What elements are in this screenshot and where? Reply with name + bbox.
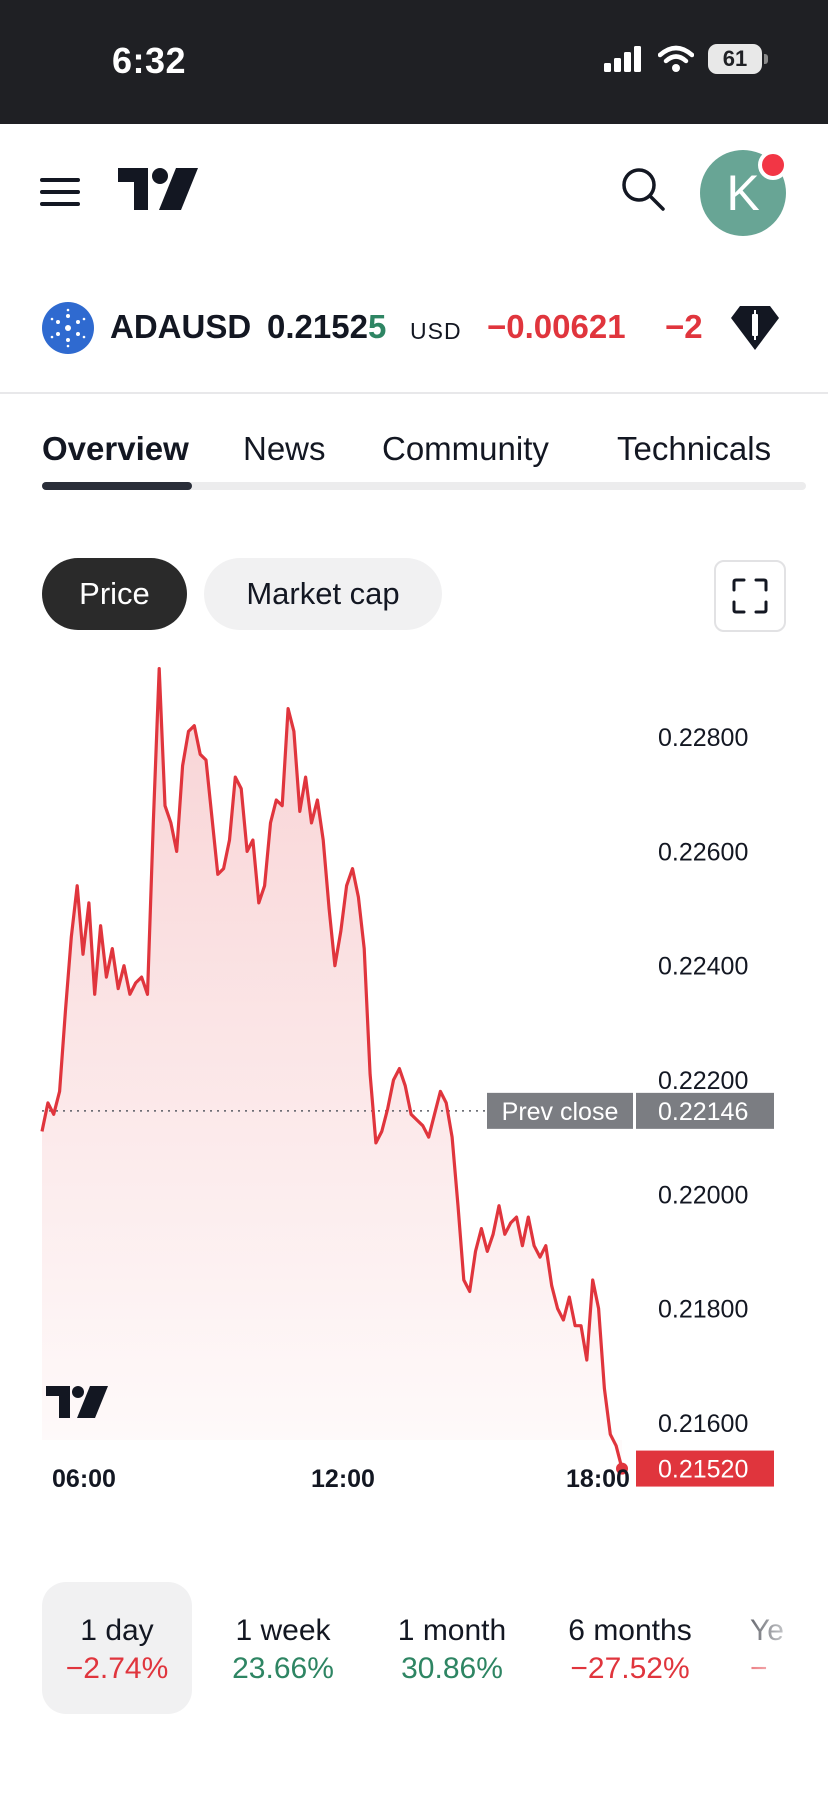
- wifi-icon: [658, 45, 694, 72]
- period-selector: 1 day −2.74% 1 week 23.66% 1 month 30.86…: [0, 1582, 828, 1714]
- period-change: 30.86%: [401, 1652, 503, 1685]
- fullscreen-icon: [732, 578, 768, 614]
- status-time: 6:32: [112, 40, 187, 81]
- y-tick-label: 0.22000: [658, 1181, 748, 1209]
- symbol-change-percent: −2: [665, 308, 703, 345]
- period-change: −2.74%: [65, 1652, 169, 1685]
- market-cap-toggle-label: Market cap: [246, 576, 400, 611]
- tab-overview[interactable]: Overview: [42, 430, 189, 468]
- tab-news[interactable]: News: [243, 430, 326, 468]
- x-axis: 06:00 12:00 18:00: [52, 1465, 630, 1493]
- symbol-name[interactable]: ADAUSD: [110, 308, 251, 346]
- market-cap-toggle-button[interactable]: Market cap: [204, 558, 442, 630]
- y-tick-label: 0.22600: [658, 838, 748, 866]
- price-toggle-button[interactable]: Price: [42, 558, 187, 630]
- period-change: −27.52%: [570, 1652, 690, 1685]
- hamburger-menu-icon[interactable]: [40, 176, 82, 208]
- symbol-price-main: 0.2152: [267, 308, 368, 345]
- tradingview-logo-icon[interactable]: [118, 168, 198, 214]
- price-area-fill: [42, 668, 622, 1469]
- last-price-value: 0.21520: [658, 1456, 748, 1484]
- notification-dot: [758, 150, 788, 180]
- period-1-day[interactable]: 1 day −2.74%: [42, 1582, 192, 1714]
- period-label: 1 week: [235, 1614, 331, 1647]
- tab-community[interactable]: Community: [382, 430, 549, 468]
- x-tick-label: 18:00: [566, 1465, 630, 1493]
- x-tick-label: 12:00: [311, 1465, 375, 1493]
- period-6-months[interactable]: 6 months −27.52%: [554, 1582, 706, 1714]
- symbol-price: 0.21525: [267, 308, 386, 346]
- period-1-month[interactable]: 1 month 30.86%: [377, 1582, 527, 1714]
- y-axis: 0.22800 0.22600 0.22400 0.22200 0.22000 0.218…: [658, 724, 748, 1438]
- cardano-coin-icon: [42, 302, 94, 354]
- search-icon[interactable]: [620, 166, 666, 212]
- y-tick-label: 0.22800: [658, 724, 748, 752]
- tab-bar: Overview News Community Technicals: [0, 396, 828, 492]
- period-label: 1 day: [80, 1614, 154, 1647]
- prev-close-label: Prev close: [502, 1098, 619, 1126]
- y-tick-label: 0.22200: [658, 1067, 748, 1095]
- symbol-currency: USD: [410, 318, 462, 344]
- prev-close-value: 0.22146: [658, 1098, 748, 1126]
- period-label: 6 months: [568, 1614, 692, 1647]
- price-toggle-label: Price: [79, 576, 150, 611]
- status-icons: 61: [604, 44, 768, 74]
- cellular-signal-icon: [604, 46, 641, 72]
- symbol-price-last-digit: 5: [367, 308, 387, 345]
- tab-active-indicator: [42, 482, 192, 490]
- symbol-change: −0.00621: [487, 308, 626, 345]
- y-tick-label: 0.21600: [658, 1410, 748, 1438]
- tab-technicals[interactable]: Technicals: [617, 430, 771, 468]
- period-change: 23.66%: [232, 1652, 334, 1685]
- battery-level: 61: [722, 46, 748, 71]
- status-bar: 6:32 61: [0, 0, 828, 124]
- alert-icon[interactable]: [730, 304, 780, 352]
- fullscreen-button[interactable]: [714, 560, 786, 632]
- scroll-fade: [718, 1582, 828, 1714]
- x-tick-label: 06:00: [52, 1465, 116, 1493]
- period-1-week[interactable]: 1 week 23.66%: [208, 1582, 358, 1714]
- period-label: 1 month: [397, 1614, 507, 1647]
- y-tick-label: 0.21800: [658, 1296, 748, 1324]
- y-tick-label: 0.22400: [658, 953, 748, 981]
- price-chart[interactable]: 0.22800 0.22600 0.22400 0.22200 0.22000 0.218…: [0, 640, 828, 1500]
- app-header: K: [0, 124, 828, 264]
- symbol-header: ADAUSD 0.21525 USD −0.00621 −2: [0, 264, 828, 394]
- battery-icon: 61: [708, 44, 768, 74]
